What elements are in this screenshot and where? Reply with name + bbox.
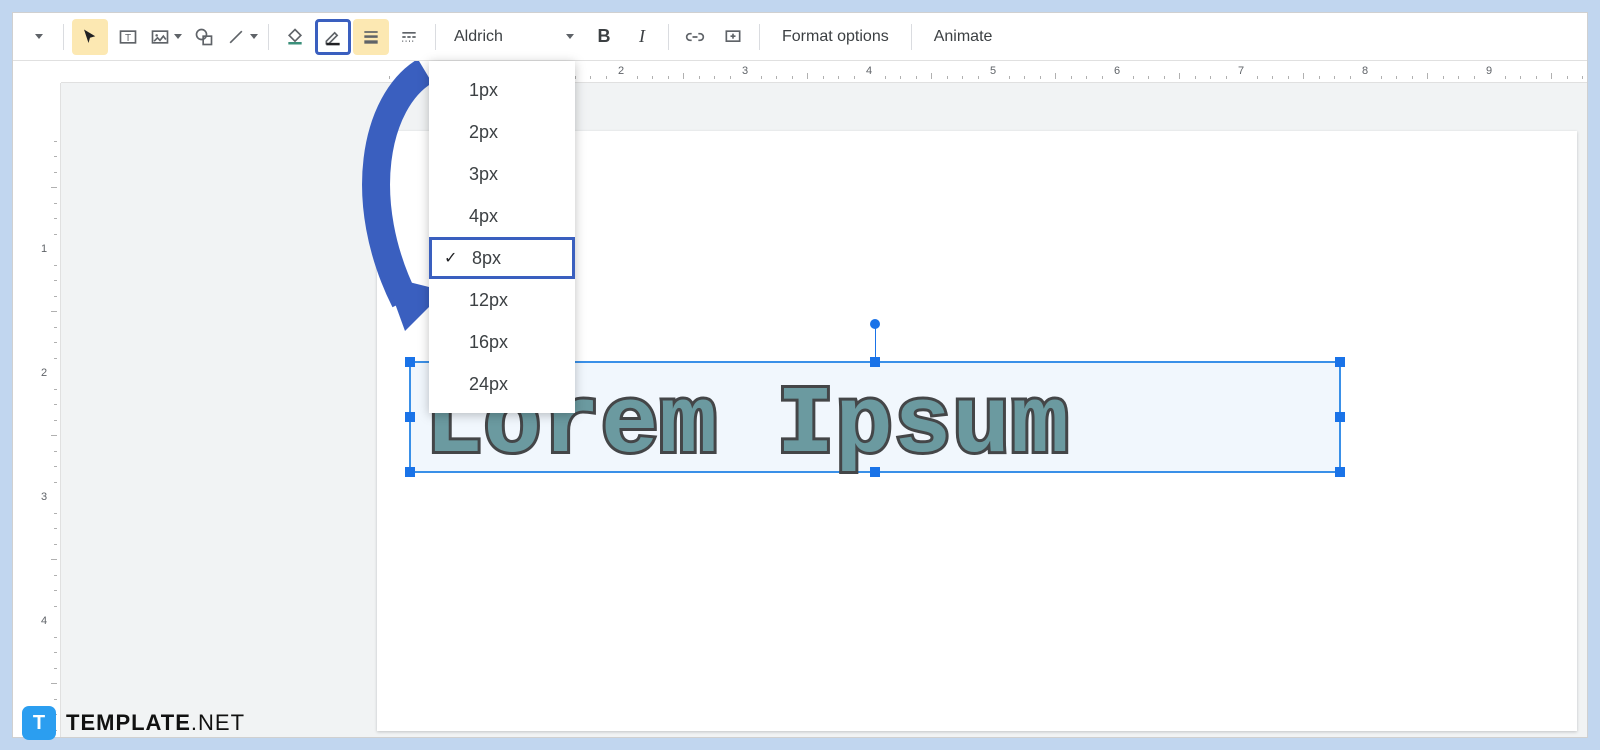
line-icon [226, 27, 246, 47]
border-weight-option-label: 12px [469, 290, 508, 311]
bold-icon: B [598, 26, 611, 47]
rotation-handle[interactable] [870, 319, 880, 329]
border-weight-option-label: 24px [469, 374, 508, 395]
branding-badge: T [22, 706, 56, 740]
border-weight-option[interactable]: 16px [429, 321, 575, 363]
shape-tool-button[interactable] [186, 19, 222, 55]
canvas-background: Lorem Ipsum [61, 83, 1587, 737]
font-name-label: Aldrich [454, 28, 562, 46]
format-options-label: Format options [782, 28, 889, 46]
resize-handle-tl[interactable] [405, 357, 415, 367]
border-weight-option[interactable]: 12px [429, 279, 575, 321]
ruler-v-number: 4 [41, 615, 47, 627]
image-tool-button[interactable] [148, 19, 184, 55]
border-color-button[interactable] [315, 19, 351, 55]
resize-handle-ml[interactable] [405, 412, 415, 422]
ruler-h-number: 3 [742, 65, 748, 77]
italic-button[interactable]: I [624, 19, 660, 55]
toolbar: T [13, 13, 1587, 61]
separator [668, 24, 669, 50]
more-menu-button[interactable] [19, 19, 55, 55]
separator [911, 24, 912, 50]
check-icon: ✓ [444, 248, 457, 268]
italic-icon: I [639, 26, 645, 47]
comment-icon [723, 27, 743, 47]
ruler-v-number: 1 [41, 243, 47, 255]
separator [759, 24, 760, 50]
select-tool-button[interactable] [72, 19, 108, 55]
cursor-icon [81, 28, 99, 46]
animate-button[interactable]: Animate [920, 19, 1007, 55]
branding-text: TEMPLATE.NET [66, 710, 245, 736]
separator [268, 24, 269, 50]
border-weight-option[interactable]: 1px [429, 69, 575, 111]
format-options-button[interactable]: Format options [768, 19, 903, 55]
insert-comment-button[interactable] [715, 19, 751, 55]
textbox-tool-button[interactable]: T [110, 19, 146, 55]
resize-handle-mr[interactable] [1335, 412, 1345, 422]
resize-handle-tr[interactable] [1335, 357, 1345, 367]
border-weight-option[interactable]: 3px [429, 153, 575, 195]
line-tool-button[interactable] [224, 19, 260, 55]
border-weight-option-label: 1px [469, 80, 498, 101]
border-weight-option-label: 16px [469, 332, 508, 353]
ruler-h-number: 6 [1114, 65, 1120, 77]
fill-color-button[interactable] [277, 19, 313, 55]
rotation-line [875, 327, 876, 357]
border-weight-option-label: 8px [472, 248, 501, 269]
link-icon [685, 27, 705, 47]
shape-icon [194, 27, 214, 47]
separator [63, 24, 64, 50]
ruler-horizontal: 123456789 [61, 61, 1587, 83]
border-weight-dropdown: 1px 2px 3px 4px ✓ 8px 12px 16px 24px [429, 61, 575, 413]
border-weight-option[interactable]: 2px [429, 111, 575, 153]
ruler-h-number: 9 [1486, 65, 1492, 77]
branding-logo: T TEMPLATE.NET [22, 706, 245, 740]
bold-button[interactable]: B [586, 19, 622, 55]
branding-badge-letter: T [33, 712, 45, 735]
paint-bucket-icon [285, 27, 305, 47]
border-weight-button[interactable] [353, 19, 389, 55]
resize-handle-bl[interactable] [405, 467, 415, 477]
resize-handle-tm[interactable] [870, 357, 880, 367]
line-dash-icon [399, 27, 419, 47]
ruler-h-number: 2 [618, 65, 624, 77]
line-weight-icon [361, 27, 381, 47]
border-weight-option[interactable]: ✓ 8px [429, 237, 575, 279]
ruler-v-number: 3 [41, 491, 47, 503]
pencil-icon [323, 27, 343, 47]
app-window: T [12, 12, 1588, 738]
image-icon [150, 27, 170, 47]
svg-text:T: T [125, 33, 131, 44]
ruler-v-number: 2 [41, 367, 47, 379]
ruler-vertical: 12345 [13, 83, 61, 737]
font-select[interactable]: Aldrich [444, 19, 584, 55]
insert-link-button[interactable] [677, 19, 713, 55]
border-weight-option-label: 3px [469, 164, 498, 185]
textbox-icon: T [118, 27, 138, 47]
resize-handle-br[interactable] [1335, 467, 1345, 477]
ruler-h-number: 5 [990, 65, 996, 77]
ruler-h-number: 8 [1362, 65, 1368, 77]
border-weight-option-label: 4px [469, 206, 498, 227]
separator [435, 24, 436, 50]
branding-name-bold: TEMPLATE [66, 710, 191, 735]
ruler-h-number: 7 [1238, 65, 1244, 77]
border-weight-option[interactable]: 4px [429, 195, 575, 237]
border-weight-option-label: 2px [469, 122, 498, 143]
border-dash-button[interactable] [391, 19, 427, 55]
animate-label: Animate [934, 28, 993, 46]
border-weight-option[interactable]: 24px [429, 363, 575, 405]
ruler-h-number: 4 [866, 65, 872, 77]
branding-name-light: .NET [191, 710, 245, 735]
